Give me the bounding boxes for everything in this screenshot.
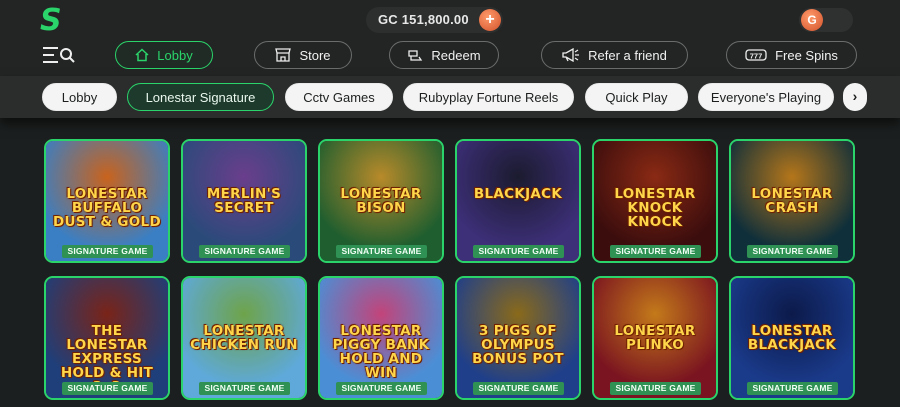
game-tile[interactable]: LONESTAR BLACKJACK SIGNATURE GAME [729,276,855,400]
game-tile[interactable]: 3 PIGS OF OLYMPUS BONUS POT SIGNATURE GAM… [455,276,581,400]
currency-toggle-knob: G [801,9,823,31]
menu-search-icon[interactable] [43,46,75,64]
signature-game-badge: SIGNATURE GAME [336,382,427,395]
game-title: MERLIN'S SECRET [206,186,282,216]
top-bar: S GC 151,800.00 + G Lobby Store Redeem R… [0,0,900,76]
category-next-button[interactable]: › [843,83,867,111]
game-title: LONESTAR BUFFALO DUST & GOLD [53,186,161,230]
game-tile[interactable]: LONESTAR PIGGY BANK HOLD AND WIN SIGNATUR… [318,276,444,400]
game-tile[interactable]: LONESTAR CHICKEN RUN SIGNATURE GAME [181,276,307,400]
game-tile[interactable]: THE LONESTAR EXPRESS HOLD & HIT 3x3SIGNA… [44,276,170,400]
category-chip[interactable]: Everyone's Playing [698,83,834,111]
game-tile[interactable]: MERLIN'S SECRET SIGNATURE GAME [181,139,307,263]
game-title: LONESTAR KNOCK KNOCK [614,186,696,230]
game-title: LONESTAR PLINKO [614,323,696,353]
nav-redeem-label: Redeem [431,47,481,63]
category-chip[interactable]: Cctv Games [285,83,393,111]
signature-game-badge: SIGNATURE GAME [610,245,701,258]
nav-refer-button[interactable]: Refer a friend [541,41,688,69]
game-tile[interactable]: LONESTAR KNOCK KNOCK SIGNATURE GAME [592,139,718,263]
nav-free-spins-label: Free Spins [775,47,838,63]
game-tile[interactable]: LONESTAR PLINKO SIGNATURE GAME [592,276,718,400]
signature-game-badge: SIGNATURE GAME [62,245,153,258]
nav-refer-label: Refer a friend [588,47,667,63]
game-title: BLACKJACK [473,186,563,202]
category-chip-active[interactable]: Lonestar Signature [127,83,274,111]
signature-game-badge: SIGNATURE GAME [747,382,838,395]
nav-store-label: Store [299,47,331,63]
currency-toggle[interactable]: G [799,8,853,32]
signature-game-badge: SIGNATURE GAME [610,382,701,395]
signature-game-badge: SIGNATURE GAME [336,245,427,258]
megaphone-icon [562,48,580,62]
signature-game-badge: SIGNATURE GAME [747,245,838,258]
game-tile[interactable]: LONESTAR CRASH SIGNATURE GAME [729,139,855,263]
game-tile[interactable]: LONESTAR BISON SIGNATURE GAME [318,139,444,263]
game-title: LONESTAR PIGGY BANK HOLD AND WIN [332,323,430,381]
game-title: 3 PIGS OF OLYMPUS BONUS POT [472,323,564,367]
add-coins-button[interactable]: + [479,9,501,31]
game-tile[interactable]: BLACKJACK SIGNATURE GAME [455,139,581,263]
game-title: LONESTAR CRASH [751,186,833,216]
category-chip[interactable]: Quick Play [585,83,688,111]
signature-game-badge: SIGNATURE GAME [62,382,153,395]
category-chip[interactable]: Lobby [42,83,117,111]
nav-lobby-label: Lobby [157,47,193,63]
balance-text: GC 151,800.00 [378,12,469,27]
nav-lobby-button[interactable]: Lobby [115,41,213,69]
signature-game-badge: SIGNATURE GAME [199,245,290,258]
signature-game-badge: SIGNATURE GAME [473,245,564,258]
game-grid: LONESTAR BUFFALO DUST & GOLD SIGNATURE GA… [44,139,856,407]
nav-free-spins-button[interactable]: 777 Free Spins [726,41,857,69]
slot-777-icon: 777 [745,49,767,61]
store-icon [275,48,292,62]
category-chip[interactable]: Rubyplay Fortune Reels [403,83,574,111]
game-title: LONESTAR CHICKEN RUN [190,323,298,353]
signature-game-badge: SIGNATURE GAME [199,382,290,395]
game-tile[interactable]: LONESTAR BUFFALO DUST & GOLD SIGNATURE GA… [44,139,170,263]
signature-game-badge: SIGNATURE GAME [473,382,564,395]
redeem-icon [408,50,423,61]
game-title: LONESTAR BLACKJACK [747,323,837,353]
svg-text:777: 777 [750,52,763,61]
brand-logo[interactable]: S [40,6,70,36]
coin-balance[interactable]: GC 151,800.00 + [366,7,503,33]
nav-redeem-button[interactable]: Redeem [389,41,499,69]
nav-store-button[interactable]: Store [254,41,352,69]
game-title: LONESTAR BISON [340,186,422,216]
home-icon [135,48,149,62]
